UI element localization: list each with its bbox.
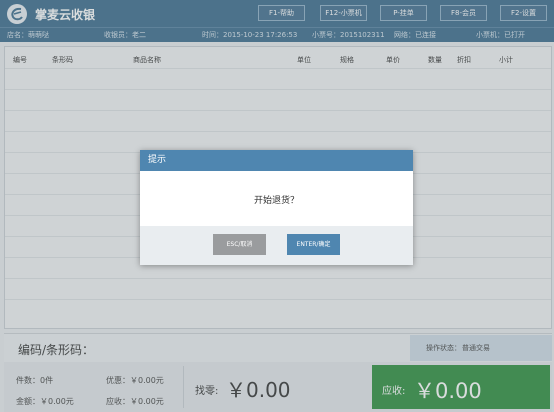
confirm-dialog: 提示 开始退货？ ESC/取消 ENTER/确定 <box>140 150 413 265</box>
dialog-message: 开始退货？ <box>253 196 299 206</box>
confirm-button[interactable]: ENTER/确定 <box>287 234 340 255</box>
dialog-header: 提示 <box>140 150 413 171</box>
dialog-footer: ESC/取消 ENTER/确定 <box>140 226 413 265</box>
dialog-title: 提示 <box>148 155 167 165</box>
cancel-button[interactable]: ESC/取消 <box>213 234 266 255</box>
